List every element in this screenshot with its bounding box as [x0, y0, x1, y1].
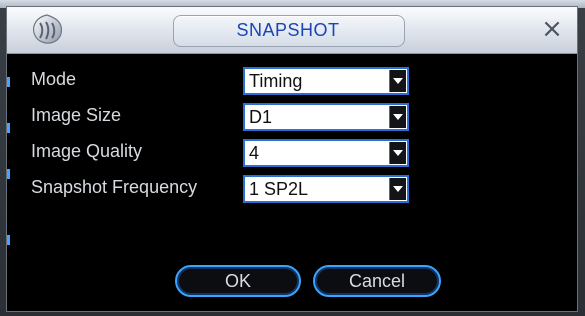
edge-marker [7, 77, 10, 87]
chevron-down-icon[interactable] [389, 106, 406, 128]
screen: SNAPSHOT × Mode Timing Image Size D1 Ima… [0, 0, 585, 316]
snapshot-frequency-label: Snapshot Frequency [31, 177, 198, 197]
mode-label: Mode [31, 69, 77, 89]
image-quality-label: Image Quality [31, 141, 143, 161]
chevron-down-icon[interactable] [389, 70, 406, 92]
image-size-select[interactable]: D1 [243, 103, 409, 131]
snapshot-frequency-value: 1 SP2L [249, 179, 309, 199]
image-size-value: D1 [249, 107, 273, 127]
dialog-title: SNAPSHOT [236, 20, 340, 40]
chevron-down-icon[interactable] [389, 142, 406, 164]
close-icon[interactable]: × [539, 16, 565, 42]
mode-select[interactable]: Timing [243, 67, 409, 95]
snapshot-frequency-select[interactable]: 1 SP2L [243, 175, 409, 203]
image-quality-value: 4 [249, 143, 260, 163]
chevron-down-icon[interactable] [389, 178, 406, 200]
mode-value: Timing [249, 71, 303, 91]
ok-button[interactable]: OK [175, 265, 301, 297]
dialog-titlebar: SNAPSHOT × [7, 7, 577, 54]
image-size-label: Image Size [31, 105, 122, 125]
edge-marker [7, 235, 10, 245]
edge-marker [7, 123, 10, 133]
snapshot-dialog: SNAPSHOT × Mode Timing Image Size D1 Ima… [6, 6, 578, 312]
edge-marker [7, 169, 10, 179]
cancel-button[interactable]: Cancel [313, 265, 441, 297]
left-edge-markers [7, 59, 11, 309]
brand-logo-icon [29, 13, 65, 47]
image-quality-select[interactable]: 4 [243, 139, 409, 167]
